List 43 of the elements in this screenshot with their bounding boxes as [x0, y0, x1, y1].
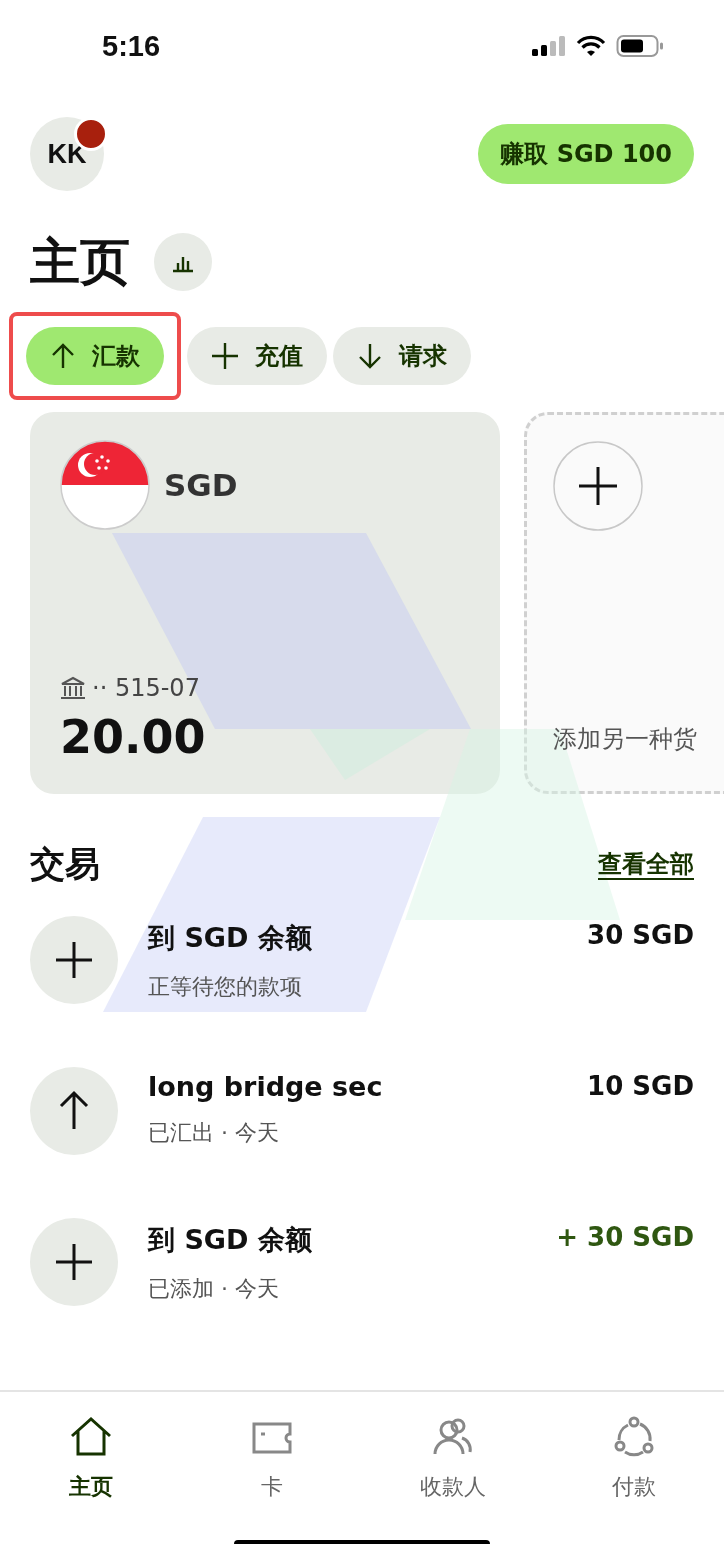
- section-title: 交易: [30, 842, 100, 886]
- wifi-icon: [576, 35, 606, 57]
- action-button[interactable]: 充值: [187, 327, 327, 385]
- nav-tab[interactable]: 付款: [543, 1416, 724, 1540]
- transaction-row[interactable]: 到 SGD 余额 已添加 · 今天 + 30 SGD: [30, 1218, 694, 1306]
- flag-icon: [60, 440, 150, 530]
- page-title: 主页: [30, 231, 130, 293]
- currency-code: SGD: [164, 467, 238, 503]
- action-button[interactable]: 汇款: [26, 327, 164, 385]
- transaction-status: 已添加 · 今天: [148, 1275, 280, 1303]
- bank-icon: [60, 676, 86, 700]
- earn-button[interactable]: 赚取 SGD 100: [478, 124, 694, 184]
- action-button[interactable]: 请求: [333, 327, 471, 385]
- transaction-title: long bridge sec: [148, 1071, 384, 1102]
- arrow-up-icon: [30, 1067, 118, 1155]
- transaction-amount: 10 SGD: [587, 1070, 694, 1101]
- plus-icon: [211, 342, 239, 370]
- transaction-amount: + 30 SGD: [556, 1221, 694, 1252]
- add-currency-card[interactable]: 添加另一种货: [524, 412, 724, 794]
- balance-card[interactable]: SGD ·· 515-07 20.00: [30, 412, 500, 794]
- transaction-row[interactable]: 到 SGD 余额 正等待您的款项 30 SGD: [30, 916, 694, 1004]
- transaction-row[interactable]: long bridge sec 已汇出 · 今天 10 SGD: [30, 1067, 694, 1155]
- battery-icon: [616, 34, 664, 58]
- transaction-amount: 30 SGD: [587, 919, 694, 950]
- add-currency-label: 添加另一种货: [553, 724, 698, 755]
- transaction-status: 已汇出 · 今天: [148, 1119, 280, 1147]
- plus-icon: [30, 916, 118, 1004]
- nav-tab[interactable]: 收款人: [362, 1416, 543, 1540]
- nav-tab[interactable]: 主页: [0, 1416, 181, 1540]
- arrow-down-icon: [357, 342, 383, 370]
- transaction-status: 正等待您的款项: [148, 973, 303, 1001]
- add-icon: [553, 441, 643, 531]
- transaction-title: 到 SGD 余额: [148, 921, 313, 955]
- account-number: ·· 515-07: [92, 674, 200, 702]
- nav-tab[interactable]: 卡: [181, 1416, 362, 1540]
- transaction-title: 到 SGD 余额: [148, 1223, 313, 1257]
- balance-amount: 20.00: [60, 710, 206, 764]
- arrow-up-icon: [50, 342, 76, 370]
- plus-icon: [30, 1218, 118, 1306]
- avatar[interactable]: KK: [30, 117, 104, 191]
- status-time: 5:16: [102, 29, 161, 63]
- signal-icon: [532, 36, 566, 56]
- see-all-link[interactable]: 查看全部: [598, 848, 694, 880]
